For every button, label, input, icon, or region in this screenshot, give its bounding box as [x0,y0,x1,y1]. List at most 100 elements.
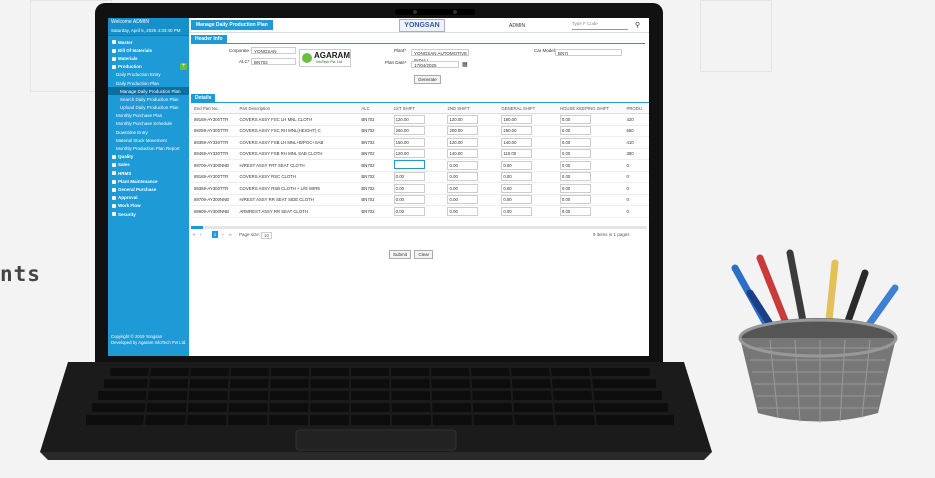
sidebar-item[interactable]: Daily Production Entry [108,71,189,79]
shift-qty-input[interactable]: 0.00 [501,172,533,182]
corporate-field[interactable]: YONGSAN [251,47,296,54]
table-cell[interactable]: 180.00 [498,113,557,126]
sidebar-item[interactable]: Sales [108,161,189,169]
table-row[interactable]: 89909-AY300NNB ARMREST ASSY RR SEAT CLOTH… [191,205,649,218]
shift-qty-input[interactable]: 0.00 [559,183,591,193]
shift-qty-input[interactable]: 140.00 [501,137,533,147]
sidebar-item[interactable]: Plant Maintenance [108,177,189,185]
table-row[interactable]: 89469-AY330TTR COVERS ASSY FSB RH MNL SAB… [191,148,649,160]
table-cell[interactable]: 0.00 [498,159,557,172]
table-cell[interactable]: 0.00 [556,113,624,126]
plant-select[interactable]: YONGSAN AUTOMOTIVE INDIA I [411,49,469,63]
shift-qty-input[interactable]: 180.00 [501,114,533,124]
sidebar-item[interactable]: Work Flow [108,202,189,210]
shift-qty-input[interactable]: 0.00 [559,160,591,170]
table-cell[interactable]: 120.00 [390,113,445,126]
sidebar-item[interactable]: General Purchase [108,185,189,193]
sidebar-item[interactable]: Downtime Entry [108,128,189,136]
submit-button[interactable]: Submit [389,250,412,259]
table-cell[interactable]: 250.00 [498,125,557,137]
shift-qty-input[interactable]: 0.00 [559,137,591,147]
column-header[interactable]: HOUSE KEEPING SHIFT [556,103,624,114]
column-header[interactable]: PRODU [623,103,649,114]
table-cell[interactable]: 110.00 [498,148,557,160]
table-cell[interactable]: 0.00 [498,182,557,195]
user-menu[interactable]: ADMIN [509,23,525,29]
sidebar-item[interactable]: Master [108,38,189,46]
sidebar-item[interactable]: Production [108,63,189,71]
table-cell[interactable]: 200.00 [444,125,499,137]
table-cell[interactable]: 120.00 [444,136,499,149]
column-header[interactable]: ALC [358,103,391,114]
shift-qty-input[interactable]: 120.00 [447,114,479,124]
table-row[interactable]: 89709-AY300NNB H/REST ASSY FRT SEAT CLOTH… [191,159,649,172]
prev-page-button[interactable]: ‹ [200,232,202,237]
table-cell[interactable]: 0.00 [498,194,557,206]
table-cell[interactable]: 0.00 [390,171,445,183]
sidebar-item[interactable]: Quality [108,153,189,161]
shift-qty-input[interactable]: 120.00 [447,137,479,147]
shift-qty-input[interactable]: 0.00 [559,195,591,205]
shift-qty-input[interactable]: 0.00 [393,172,425,182]
table-cell[interactable]: 0.00 [390,205,445,218]
table-row[interactable]: 89369-AY300TTR COVERS ASSY RSB CLOTH + U/… [191,182,649,195]
shift-qty-input[interactable]: 0.00 [559,149,591,159]
last-page-button[interactable]: » [229,232,232,237]
shift-qty-input[interactable]: 0.00 [559,114,591,124]
table-cell[interactable]: 0.00 [498,171,557,183]
table-cell[interactable]: 0.00 [556,182,624,195]
clear-button[interactable]: Clear [414,250,434,259]
expand-plus-icon[interactable]: + [180,63,187,70]
next-page-button[interactable]: › [222,232,224,237]
shift-qty-input[interactable]: 0.00 [501,183,533,193]
shift-qty-input[interactable]: 0.00 [559,172,591,182]
table-row[interactable]: 89259-AY300TTR COVERS ASSY FSC RH MNL(HEI… [191,125,649,137]
table-cell[interactable]: 0.00 [390,194,445,206]
sidebar-item[interactable]: Monthly Production Plan Report [108,144,189,152]
sidebar-item[interactable]: Monthly Purchase Schedule [108,120,189,128]
shift-qty-input[interactable] [393,160,425,170]
table-cell[interactable]: 0.00 [444,171,499,183]
table-row[interactable]: 89709-AY300NNB H/REST ASSY RR SEAT SIDE C… [191,194,649,206]
sidebar-item[interactable]: Bill Of Materials [108,46,189,54]
sidebar-item[interactable]: Materials [108,54,189,62]
table-cell[interactable]: 0.00 [556,148,624,160]
column-header[interactable]: 2ND SHIFT [444,103,499,114]
shift-qty-input[interactable]: 0.00 [447,195,479,205]
car-model-select[interactable]: BN7I [555,49,622,56]
table-cell[interactable]: 120.00 [390,148,445,160]
plan-date-field[interactable]: 17/04/2025 [411,61,459,68]
table-cell[interactable]: 0.00 [444,194,499,206]
shift-qty-input[interactable]: 120.00 [393,114,425,124]
details-tab[interactable]: Details [191,94,216,102]
table-cell[interactable]: 0.00 [444,205,499,218]
shift-qty-input[interactable]: 0.00 [447,206,479,216]
table-row[interactable]: 89169-AY300TTR COVERS ASSY RSC CLOTH BN702… [191,171,649,183]
calendar-icon[interactable]: ▦ [462,61,468,68]
shift-qty-input[interactable]: 140.00 [447,149,479,159]
alc-field[interactable]: BN702 [251,58,296,65]
table-cell[interactable]: 0.00 [556,194,624,206]
sidebar-item[interactable]: Security [108,210,189,218]
table-cell[interactable]: 0.00 [556,125,624,137]
table-row[interactable]: 89169-AY300TTR COVERS ASSY FSC LH MNL CLO… [191,113,649,126]
header-info-tab[interactable]: Header Info [191,35,227,43]
shift-qty-input[interactable]: 250.00 [501,126,533,136]
table-cell[interactable]: 0.00 [498,205,557,218]
shift-qty-input[interactable]: 0.00 [393,206,425,216]
shift-qty-input[interactable]: 0.00 [501,160,533,170]
scrollbar-thumb[interactable] [191,226,203,229]
table-cell[interactable]: 0.00 [556,159,624,172]
shift-qty-input[interactable]: 0.00 [559,206,591,216]
shift-qty-input[interactable]: 120.00 [393,149,425,159]
table-cell[interactable]: 0.00 [556,205,624,218]
table-cell[interactable] [390,159,445,172]
page-title-tab[interactable]: Manage Daily Production Plan [191,20,273,30]
sidebar-item[interactable]: Daily Production Plan [108,79,189,87]
first-page-button[interactable]: « [193,232,196,237]
sidebar-item[interactable]: Monthly Purchase Plan [108,112,189,120]
sidebar-item[interactable]: HRMS [108,169,189,177]
column-header[interactable]: Part Description [236,103,359,114]
column-header[interactable]: GENERAL SHIFT [498,103,557,114]
page-size-select[interactable]: 10 [261,232,273,239]
